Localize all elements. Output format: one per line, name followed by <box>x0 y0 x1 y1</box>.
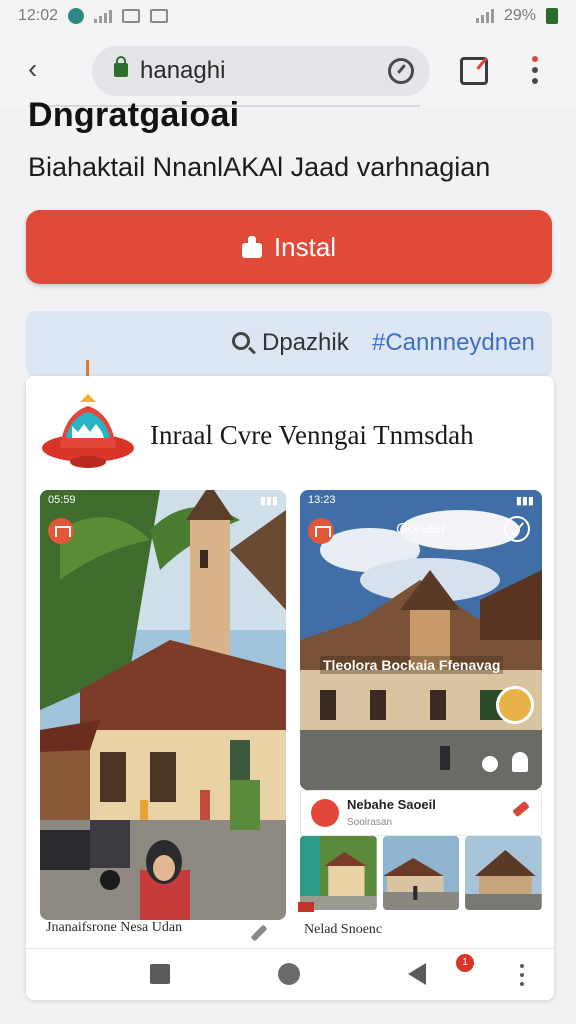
more-icon[interactable] <box>520 964 524 986</box>
tag-marker <box>298 902 314 912</box>
page-subtitle: Biahaktail NnanlAKAl Jaad varhnagian <box>28 152 491 182</box>
home-button[interactable] <box>278 963 300 985</box>
edit-icon[interactable] <box>248 922 270 944</box>
hashtag-link[interactable]: #Cannneydnen <box>372 329 535 357</box>
status-bar: 12:02 29% <box>0 0 576 32</box>
avatar[interactable] <box>496 686 534 724</box>
thumbs-up-icon <box>241 236 262 258</box>
address-bar[interactable]: hanaghi <box>92 46 430 96</box>
app-notification-icon <box>68 8 85 24</box>
screenshot-status-bar: 13:23 ▮▮▮ <box>308 494 534 507</box>
moon-icon <box>482 756 498 772</box>
mini-card-title: Nebahe Saoeil <box>347 797 436 812</box>
screenshot-left[interactable]: 05:59 ▮▮▮ <box>40 490 286 920</box>
compass-icon[interactable] <box>504 516 530 542</box>
status-time: 12:02 <box>18 7 59 24</box>
recents-button[interactable] <box>150 964 170 984</box>
install-button[interactable]: Instal <box>26 210 552 284</box>
search-strip: Dpazhik #Cannneydnen <box>26 311 552 377</box>
screenshot-title: Gonaet <box>396 520 446 537</box>
screenshot-overlay-text: Tleolora Bockaia Ffenavag <box>320 656 504 674</box>
search-icon[interactable] <box>232 332 250 350</box>
thumbnail[interactable] <box>465 836 543 910</box>
signal-icon <box>94 9 113 23</box>
thumbnail-strip <box>300 836 543 910</box>
image-notification-icon <box>122 9 141 23</box>
wifi-signal-icon <box>475 9 494 23</box>
tab-switcher-icon[interactable] <box>460 57 488 85</box>
mini-card-subtitle: Soolrasan <box>347 817 393 828</box>
mini-app-card[interactable]: Nebahe Saoeil Soolrasan <box>300 790 542 836</box>
right-caption: Nelad Snoenc <box>304 922 383 937</box>
gallery-notification-icon <box>150 9 169 23</box>
speedometer-icon[interactable] <box>388 58 414 84</box>
page-title: Dngratgaioai <box>28 96 240 134</box>
app-badge-icon <box>48 518 74 544</box>
app-card: Inraal Cvre Venngai Tnmsdah 05:59 ▮▮▮ 13… <box>26 376 554 1000</box>
thumbnail[interactable] <box>382 836 460 910</box>
notification-badge: 1 <box>456 954 474 972</box>
back-triangle-button[interactable] <box>408 963 426 985</box>
battery-percent: 29% <box>503 7 536 24</box>
app-logo-icon <box>42 394 134 468</box>
left-caption: Jnanaifsrone Nesa Udan <box>46 920 183 935</box>
card-divider <box>26 948 554 949</box>
thumbnail[interactable] <box>300 836 377 910</box>
back-button[interactable]: ‹ <box>28 54 60 86</box>
screenshot-status-bar: 05:59 ▮▮▮ <box>48 494 278 507</box>
overflow-menu-icon[interactable] <box>532 56 540 86</box>
mini-logo-icon <box>311 799 339 827</box>
install-label: Instal <box>273 231 337 262</box>
url-text[interactable]: hanaghi <box>140 57 225 85</box>
lock-icon <box>114 56 128 77</box>
search-label[interactable]: Dpazhik <box>262 329 349 357</box>
person-icon <box>512 752 528 772</box>
screenshot-right[interactable]: 13:23 ▮▮▮ Gonaet Tleolora Bockaia Ffenava… <box>300 490 542 790</box>
pin-marker <box>86 360 89 376</box>
bottom-nav: 1 <box>26 950 554 1000</box>
pen-icon[interactable] <box>512 800 530 818</box>
village-street-illustration <box>40 490 286 920</box>
app-badge-icon <box>308 518 334 544</box>
battery-icon <box>546 8 558 24</box>
app-name: Inraal Cvre Venngai Tnmsdah <box>150 420 474 450</box>
